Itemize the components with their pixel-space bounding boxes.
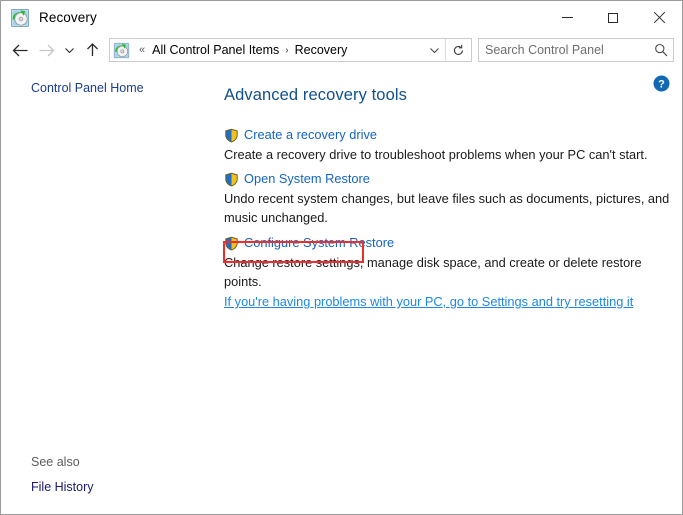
up-button[interactable] bbox=[79, 37, 105, 63]
refresh-icon[interactable] bbox=[445, 39, 471, 61]
window-title: Recovery bbox=[39, 10, 97, 25]
see-also-label: See also bbox=[31, 455, 80, 469]
uac-shield-icon bbox=[224, 172, 239, 187]
minimize-button[interactable] bbox=[544, 1, 590, 34]
breadcrumb-item-recovery[interactable]: Recovery bbox=[293, 43, 350, 57]
main-panel: ? Advanced recovery tools Create a recov… bbox=[213, 66, 682, 514]
minimize-icon bbox=[561, 17, 573, 18]
recent-locations-chevron-down-icon[interactable] bbox=[59, 37, 79, 63]
task-link-configure-system-restore[interactable]: Configure System Restore bbox=[244, 234, 394, 252]
address-recovery-disc-icon bbox=[113, 42, 130, 59]
svg-text:?: ? bbox=[658, 78, 665, 90]
task-link-open-system-restore[interactable]: Open System Restore bbox=[244, 170, 370, 188]
uac-shield-icon bbox=[224, 236, 239, 251]
address-chevron-down-icon[interactable] bbox=[423, 39, 445, 61]
address-bar[interactable]: « All Control Panel Items › Recovery bbox=[109, 38, 472, 62]
maximize-button[interactable] bbox=[590, 1, 636, 34]
breadcrumb-item-all-control-panel-items[interactable]: All Control Panel Items bbox=[150, 43, 281, 57]
task-description: Undo recent system changes, but leave fi… bbox=[224, 191, 670, 225]
caption-buttons bbox=[544, 1, 682, 34]
search-input[interactable] bbox=[479, 43, 649, 57]
forward-button[interactable] bbox=[33, 37, 59, 63]
back-button[interactable] bbox=[7, 37, 33, 63]
task-link-create-recovery-drive[interactable]: Create a recovery drive bbox=[244, 126, 377, 144]
breadcrumb: « All Control Panel Items › Recovery bbox=[130, 43, 423, 57]
uac-shield-icon bbox=[224, 128, 239, 143]
task-configure-system-restore: Configure System Restore Change restore … bbox=[224, 234, 672, 291]
task-open-system-restore: Open System Restore Undo recent system c… bbox=[224, 170, 672, 227]
task-description: Create a recovery drive to troubleshoot … bbox=[224, 147, 648, 162]
close-icon bbox=[653, 12, 665, 24]
breadcrumb-overflow-icon[interactable]: « bbox=[134, 44, 150, 56]
sidebar-item-file-history[interactable]: File History bbox=[31, 480, 94, 494]
address-bar-controls bbox=[423, 39, 471, 61]
content-area: Control Panel Home See also File History… bbox=[1, 66, 682, 514]
task-create-recovery-drive: Create a recovery drive Create a recover… bbox=[224, 126, 672, 165]
settings-reset-link[interactable]: If you're having problems with your PC, … bbox=[224, 294, 633, 309]
maximize-icon bbox=[608, 12, 618, 23]
recovery-window: Recovery « All Control Panel Items › Rec… bbox=[0, 0, 683, 515]
title-bar: Recovery bbox=[1, 1, 682, 34]
help-icon[interactable]: ? bbox=[653, 75, 670, 92]
task-link-row[interactable]: Create a recovery drive bbox=[224, 126, 672, 144]
task-link-row[interactable]: Open System Restore bbox=[224, 170, 672, 188]
breadcrumb-separator-icon: › bbox=[285, 44, 289, 56]
sidebar: Control Panel Home See also File History bbox=[1, 66, 213, 514]
sidebar-item-control-panel-home[interactable]: Control Panel Home bbox=[31, 81, 144, 95]
task-link-row[interactable]: Configure System Restore bbox=[224, 234, 672, 252]
task-description: Change restore settings, manage disk spa… bbox=[224, 255, 642, 289]
recovery-disc-icon bbox=[10, 8, 30, 28]
navigation-bar: « All Control Panel Items › Recovery bbox=[1, 34, 682, 66]
search-icon[interactable] bbox=[649, 43, 673, 57]
search-box[interactable] bbox=[478, 38, 674, 62]
close-button[interactable] bbox=[636, 1, 682, 34]
page-title: Advanced recovery tools bbox=[224, 86, 407, 104]
